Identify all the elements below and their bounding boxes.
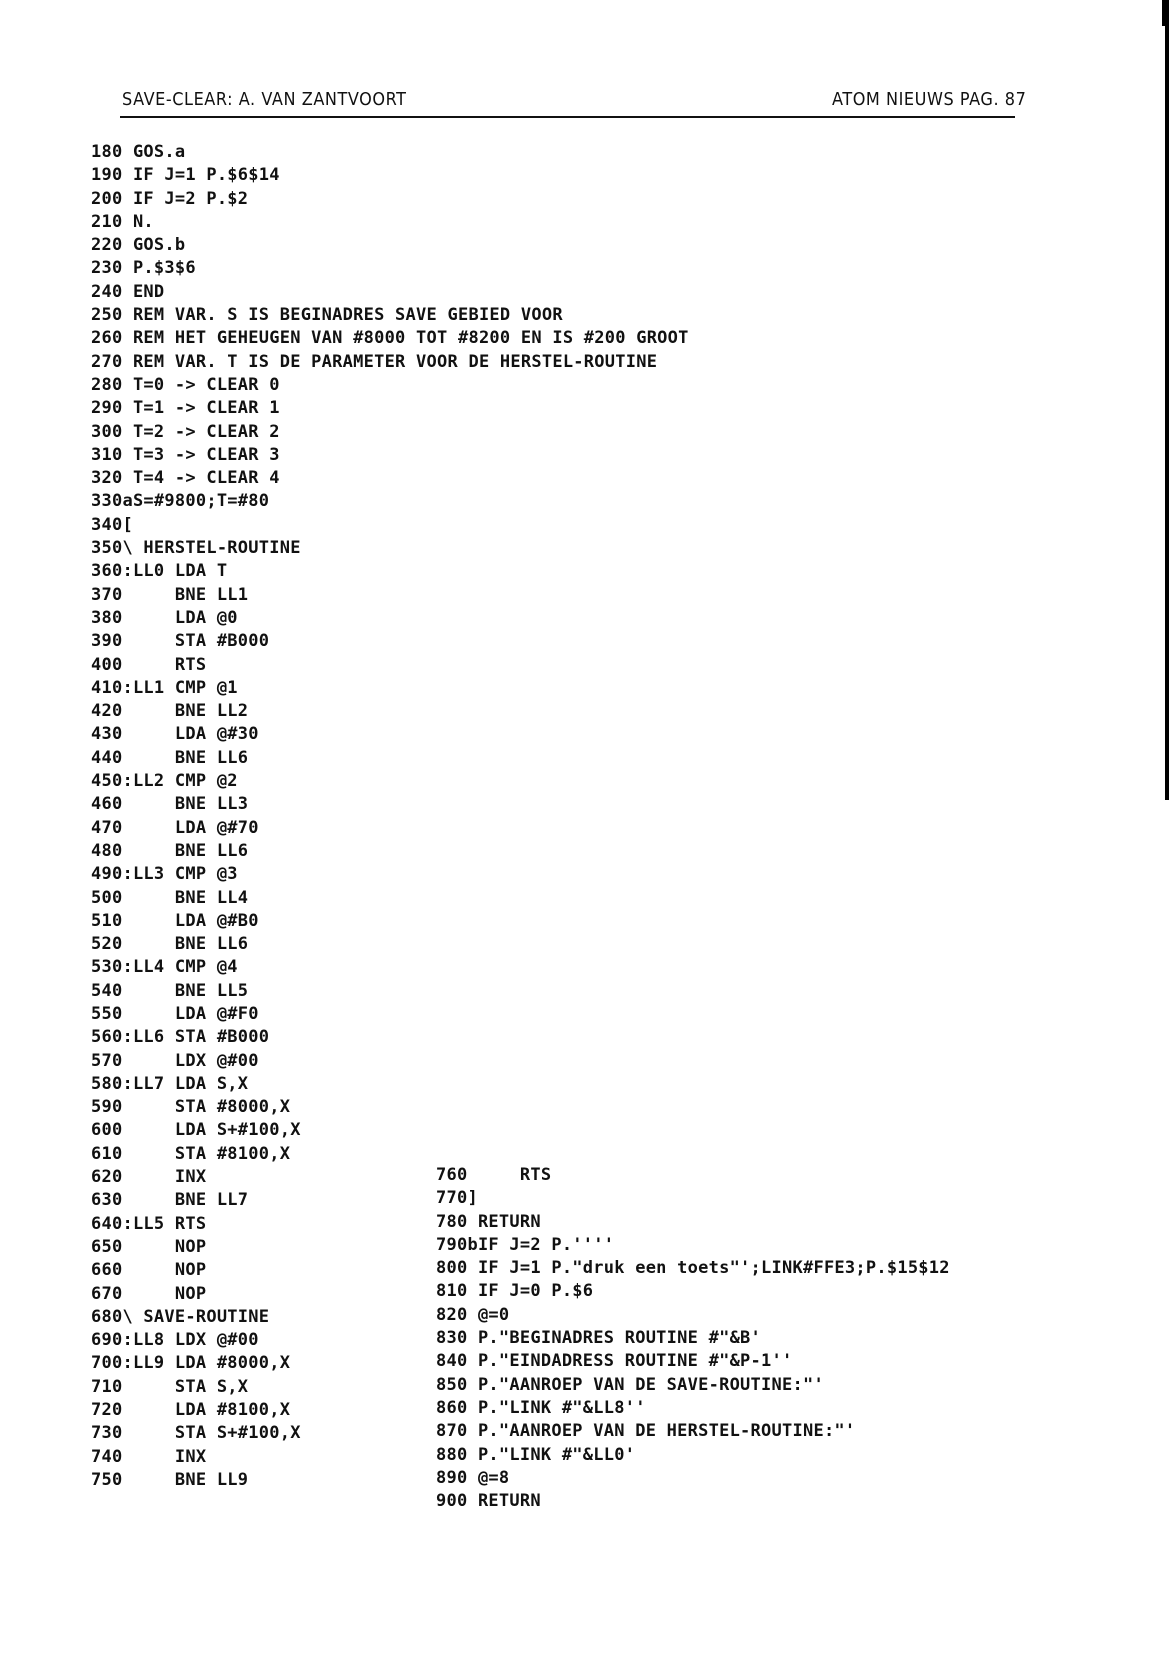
code-line: 880 P."LINK #"&LL0' <box>436 1444 636 1465</box>
code-line: 340[ <box>91 514 133 535</box>
code-line: 770] <box>436 1188 478 1209</box>
code-line: 900 RETURN <box>436 1491 541 1512</box>
code-line: 830 P."BEGINADRES ROUTINE #"&B' <box>436 1328 762 1349</box>
code-line: 280 T=0 -> CLEAR 0 <box>91 374 280 395</box>
code-line: 410:LL1 CMP @1 <box>91 677 238 698</box>
code-line: 440 BNE LL6 <box>91 747 249 768</box>
code-line: 250 REM VAR. S IS BEGINADRES SAVE GEBIED… <box>91 305 563 326</box>
code-line: 220 GOS.b <box>91 235 186 256</box>
code-line: 840 P."EINDADRESS ROUTINE #"&P-1'' <box>436 1351 793 1372</box>
code-line: 360:LL0 LDA T <box>91 561 228 582</box>
code-line: 550 LDA @#F0 <box>91 1003 259 1024</box>
code-line: 800 IF J=1 P."druk een toets"';LINK#FFE3… <box>436 1258 950 1279</box>
code-line: 540 BNE LL5 <box>91 980 249 1001</box>
code-line: 480 BNE LL6 <box>91 840 249 861</box>
code-line: 420 BNE LL2 <box>91 701 249 722</box>
code-line: 210 N. <box>91 211 154 232</box>
page-header: SAVE-CLEAR: A. VAN ZANTVOORT ATOM NIEUWS… <box>120 88 1026 118</box>
code-line: 500 BNE LL4 <box>91 887 249 908</box>
code-line: 450:LL2 CMP @2 <box>91 771 238 792</box>
code-line: 810 IF J=0 P.$6 <box>436 1281 594 1302</box>
code-line: 320 T=4 -> CLEAR 4 <box>91 468 280 489</box>
code-line: 180 GOS.a <box>91 142 186 162</box>
code-line: 200 IF J=2 P.$2 <box>91 188 249 209</box>
code-line: 780 RETURN <box>436 1211 541 1232</box>
code-line: 560:LL6 STA #B000 <box>91 1027 270 1048</box>
code-line: 510 LDA @#B0 <box>91 910 259 931</box>
code-line: 310 T=3 -> CLEAR 3 <box>91 444 280 465</box>
code-line: 890 @=8 <box>436 1467 510 1488</box>
code-line: 430 LDA @#30 <box>91 724 259 745</box>
code-line: 850 P."AANROEP VAN DE SAVE-ROUTINE:"' <box>436 1374 824 1395</box>
magazine-page-label: ATOM NIEUWS PAG. 87 <box>831 90 1027 110</box>
code-line: 470 LDA @#70 <box>91 817 259 838</box>
code-line: 240 END <box>91 281 165 302</box>
code-line: 380 LDA @0 <box>91 607 238 628</box>
code-line: 370 BNE LL1 <box>91 584 249 605</box>
code-line: 330aS=#9800;T=#80 <box>91 491 270 512</box>
code-line: 600 LDA S+#100,X <box>91 1120 301 1141</box>
code-line: 570 LDX @#00 <box>91 1050 259 1071</box>
code-line: 350\ HERSTEL-ROUTINE <box>91 538 301 559</box>
code-line: 820 @=0 <box>436 1304 510 1325</box>
code-line: 290 T=1 -> CLEAR 1 <box>91 398 280 419</box>
code-line: 870 P."AANROEP VAN DE HERSTEL-ROUTINE:"' <box>436 1421 856 1442</box>
code-line: 390 STA #B000 <box>91 631 270 652</box>
code-line: 190 IF J=1 P.$6$14 <box>91 165 280 186</box>
code-line: 400 RTS <box>91 654 207 675</box>
scan-border-edge <box>1165 0 1169 800</box>
code-line: 490:LL3 CMP @3 <box>91 864 238 885</box>
code-line: 760 RTS <box>436 1165 552 1185</box>
code-line: 230 P.$3$6 <box>91 258 196 279</box>
code-line: 300 T=2 -> CLEAR 2 <box>91 421 280 442</box>
code-line: 580:LL7 LDA S,X <box>91 1073 249 1094</box>
code-line: 530:LL4 CMP @4 <box>91 957 238 978</box>
code-line: 590 STA #8000,X <box>91 1097 291 1118</box>
program-listing-right-column: 760 RTS 770] 780 RETURN 790bIF J=2 P.'''' 80… <box>436 1164 950 1513</box>
code-line: 790bIF J=2 P.'''' <box>436 1234 615 1255</box>
code-line: 610 STA #8100,X <box>91 1143 291 1164</box>
code-line: 460 BNE LL3 <box>91 794 249 815</box>
article-title-author: SAVE-CLEAR: A. VAN ZANTVOORT <box>122 90 407 110</box>
code-line: 270 REM VAR. T IS DE PARAMETER VOOR DE H… <box>91 351 658 372</box>
code-line: 520 BNE LL6 <box>91 934 249 955</box>
scan-border-corner <box>1162 0 1169 26</box>
code-line: 860 P."LINK #"&LL8'' <box>436 1397 646 1418</box>
code-line: 260 REM HET GEHEUGEN VAN #8000 TOT #8200… <box>91 328 689 349</box>
